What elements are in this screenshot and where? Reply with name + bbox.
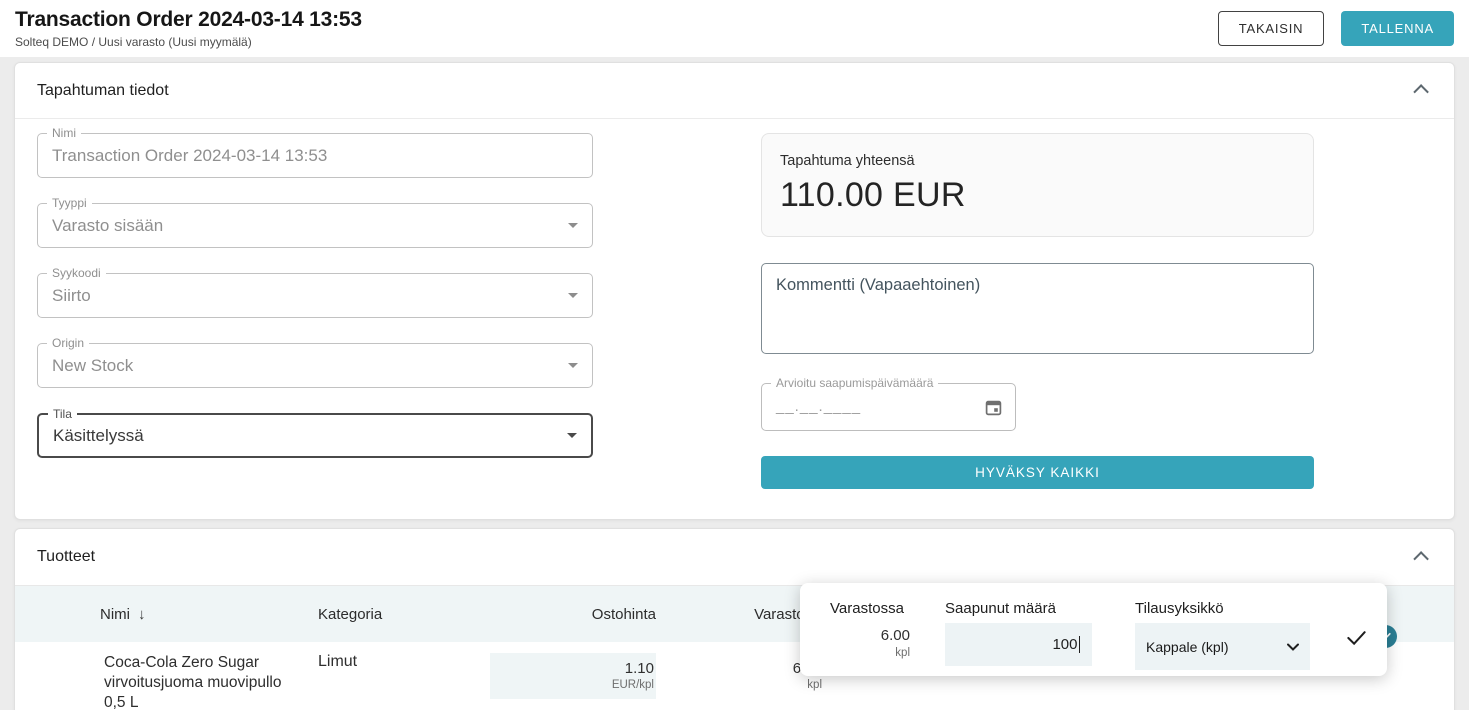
column-header-kategoria[interactable]: Kategoria (300, 606, 490, 623)
arrival-date-label: Arvioitu saapumispäivämäärä (771, 376, 938, 390)
origin-value: New Stock (38, 344, 592, 387)
popup-received-group: Saapunut määrä 100 (945, 600, 1092, 676)
transaction-total-box: Tapahtuma yhteensä 110.00 EUR (761, 133, 1314, 237)
type-field-label: Tyyppi (47, 196, 92, 210)
origin-label: Origin (47, 336, 89, 350)
comment-textarea[interactable] (761, 263, 1314, 354)
transaction-section-body: Nimi Tyyppi Varasto sisään Syykoodi Siir… (15, 119, 1454, 519)
popup-order-unit-group: Tilausyksikkö Kappale (kpl) (1135, 600, 1310, 676)
popup-in-stock-group: Varastossa 6.00 kpl (830, 600, 910, 676)
text-cursor (1079, 636, 1081, 653)
arrival-date-field[interactable]: Arvioitu saapumispäivämäärä __.__.____ (761, 383, 1016, 431)
received-amount-value: 100 (1052, 636, 1077, 653)
type-select-value: Varasto sisään (38, 204, 592, 247)
dropdown-arrow-icon (568, 363, 578, 368)
product-category: Limut (300, 653, 490, 671)
type-field[interactable]: Tyyppi Varasto sisään (37, 203, 593, 248)
check-icon (1345, 626, 1368, 649)
dropdown-arrow-icon (567, 433, 577, 438)
name-field-label: Nimi (47, 126, 81, 140)
origin-field[interactable]: Origin New Stock (37, 343, 593, 388)
popup-in-stock-unit: kpl (830, 647, 910, 659)
order-unit-value: Kappale (kpl) (1146, 639, 1229, 655)
chevron-down-icon (1287, 643, 1299, 651)
chevron-up-icon[interactable] (1413, 84, 1429, 100)
popup-received-label: Saapunut määrä (945, 600, 1092, 617)
status-field[interactable]: Tila Käsittelyssä (37, 413, 593, 458)
purchase-price-box: 1.10 EUR/kpl (490, 653, 656, 699)
transaction-details-card: Tapahtuman tiedot Nimi Tyyppi Varasto si… (14, 62, 1455, 520)
transaction-form-left: Nimi Tyyppi Varasto sisään Syykoodi Siir… (37, 133, 593, 489)
received-amount-input[interactable]: 100 (945, 623, 1092, 666)
in-stock-value: 6.00 (656, 660, 822, 677)
transaction-total-value: 110.00 EUR (780, 176, 1295, 215)
top-bar: Transaction Order 2024-03-14 13:53 Solte… (0, 0, 1469, 57)
column-header-ostohinta[interactable]: Ostohinta (490, 606, 656, 623)
page: Transaction Order 2024-03-14 13:53 Solte… (0, 0, 1469, 710)
header-actions: TAKAISIN TALLENNA (1218, 11, 1454, 46)
dropdown-arrow-icon (568, 223, 578, 228)
products-section-header[interactable]: Tuotteet (15, 529, 1454, 585)
order-unit-select[interactable]: Kappale (kpl) (1135, 623, 1310, 670)
reason-code-value: Siirto (38, 274, 592, 317)
status-label: Tila (48, 407, 77, 421)
chevron-up-icon[interactable] (1413, 551, 1429, 567)
status-value: Käsittelyssä (39, 415, 591, 456)
transaction-total-label: Tapahtuma yhteensä (780, 153, 1295, 169)
in-stock-unit: kpl (656, 679, 822, 691)
popup-in-stock-label: Varastossa (830, 600, 910, 617)
transaction-section-title: Tapahtuman tiedot (37, 82, 169, 100)
reason-code-field[interactable]: Syykoodi Siirto (37, 273, 593, 318)
save-button[interactable]: TALLENNA (1341, 11, 1454, 46)
name-field: Nimi (37, 133, 593, 178)
calendar-icon[interactable] (984, 398, 1003, 422)
popup-in-stock-value: 6.00 (830, 627, 910, 644)
products-section-title: Tuotteet (37, 548, 95, 566)
dropdown-arrow-icon (568, 293, 578, 298)
product-name-cell: Coca-Cola Zero Sugar virvoitusjuoma muov… (100, 653, 300, 710)
breadcrumb: Solteq DEMO / Uusi varasto (Uusi myymälä… (15, 35, 362, 49)
back-button[interactable]: TAKAISIN (1218, 11, 1325, 46)
page-title: Transaction Order 2024-03-14 13:53 (15, 8, 362, 32)
reason-code-label: Syykoodi (47, 266, 106, 280)
purchase-price-unit: EUR/kpl (492, 679, 654, 691)
approve-all-button[interactable]: HYVÄKSY KAIKKI (761, 456, 1314, 489)
popup-order-unit-label: Tilausyksikkö (1135, 600, 1310, 617)
sort-descending-icon[interactable]: ↓ (138, 606, 146, 623)
transaction-section-header[interactable]: Tapahtuman tiedot (15, 63, 1454, 119)
quantity-edit-popup: Varastossa 6.00 kpl Saapunut määrä 100 T… (800, 583, 1387, 676)
header-titles: Transaction Order 2024-03-14 13:53 Solte… (15, 8, 362, 49)
product-name: Coca-Cola Zero Sugar virvoitusjuoma muov… (100, 653, 300, 710)
arrival-date-placeholder: __.__.____ (762, 384, 1015, 430)
column-header-nimi[interactable]: Nimi ↓ (100, 606, 300, 623)
purchase-price-cell[interactable]: 1.10 EUR/kpl (490, 653, 656, 699)
popup-confirm-button[interactable] (1345, 626, 1368, 652)
purchase-price-value: 1.10 (492, 660, 654, 677)
name-input[interactable] (38, 134, 592, 177)
transaction-form-right: Tapahtuma yhteensä 110.00 EUR Arvioitu s… (761, 133, 1314, 489)
